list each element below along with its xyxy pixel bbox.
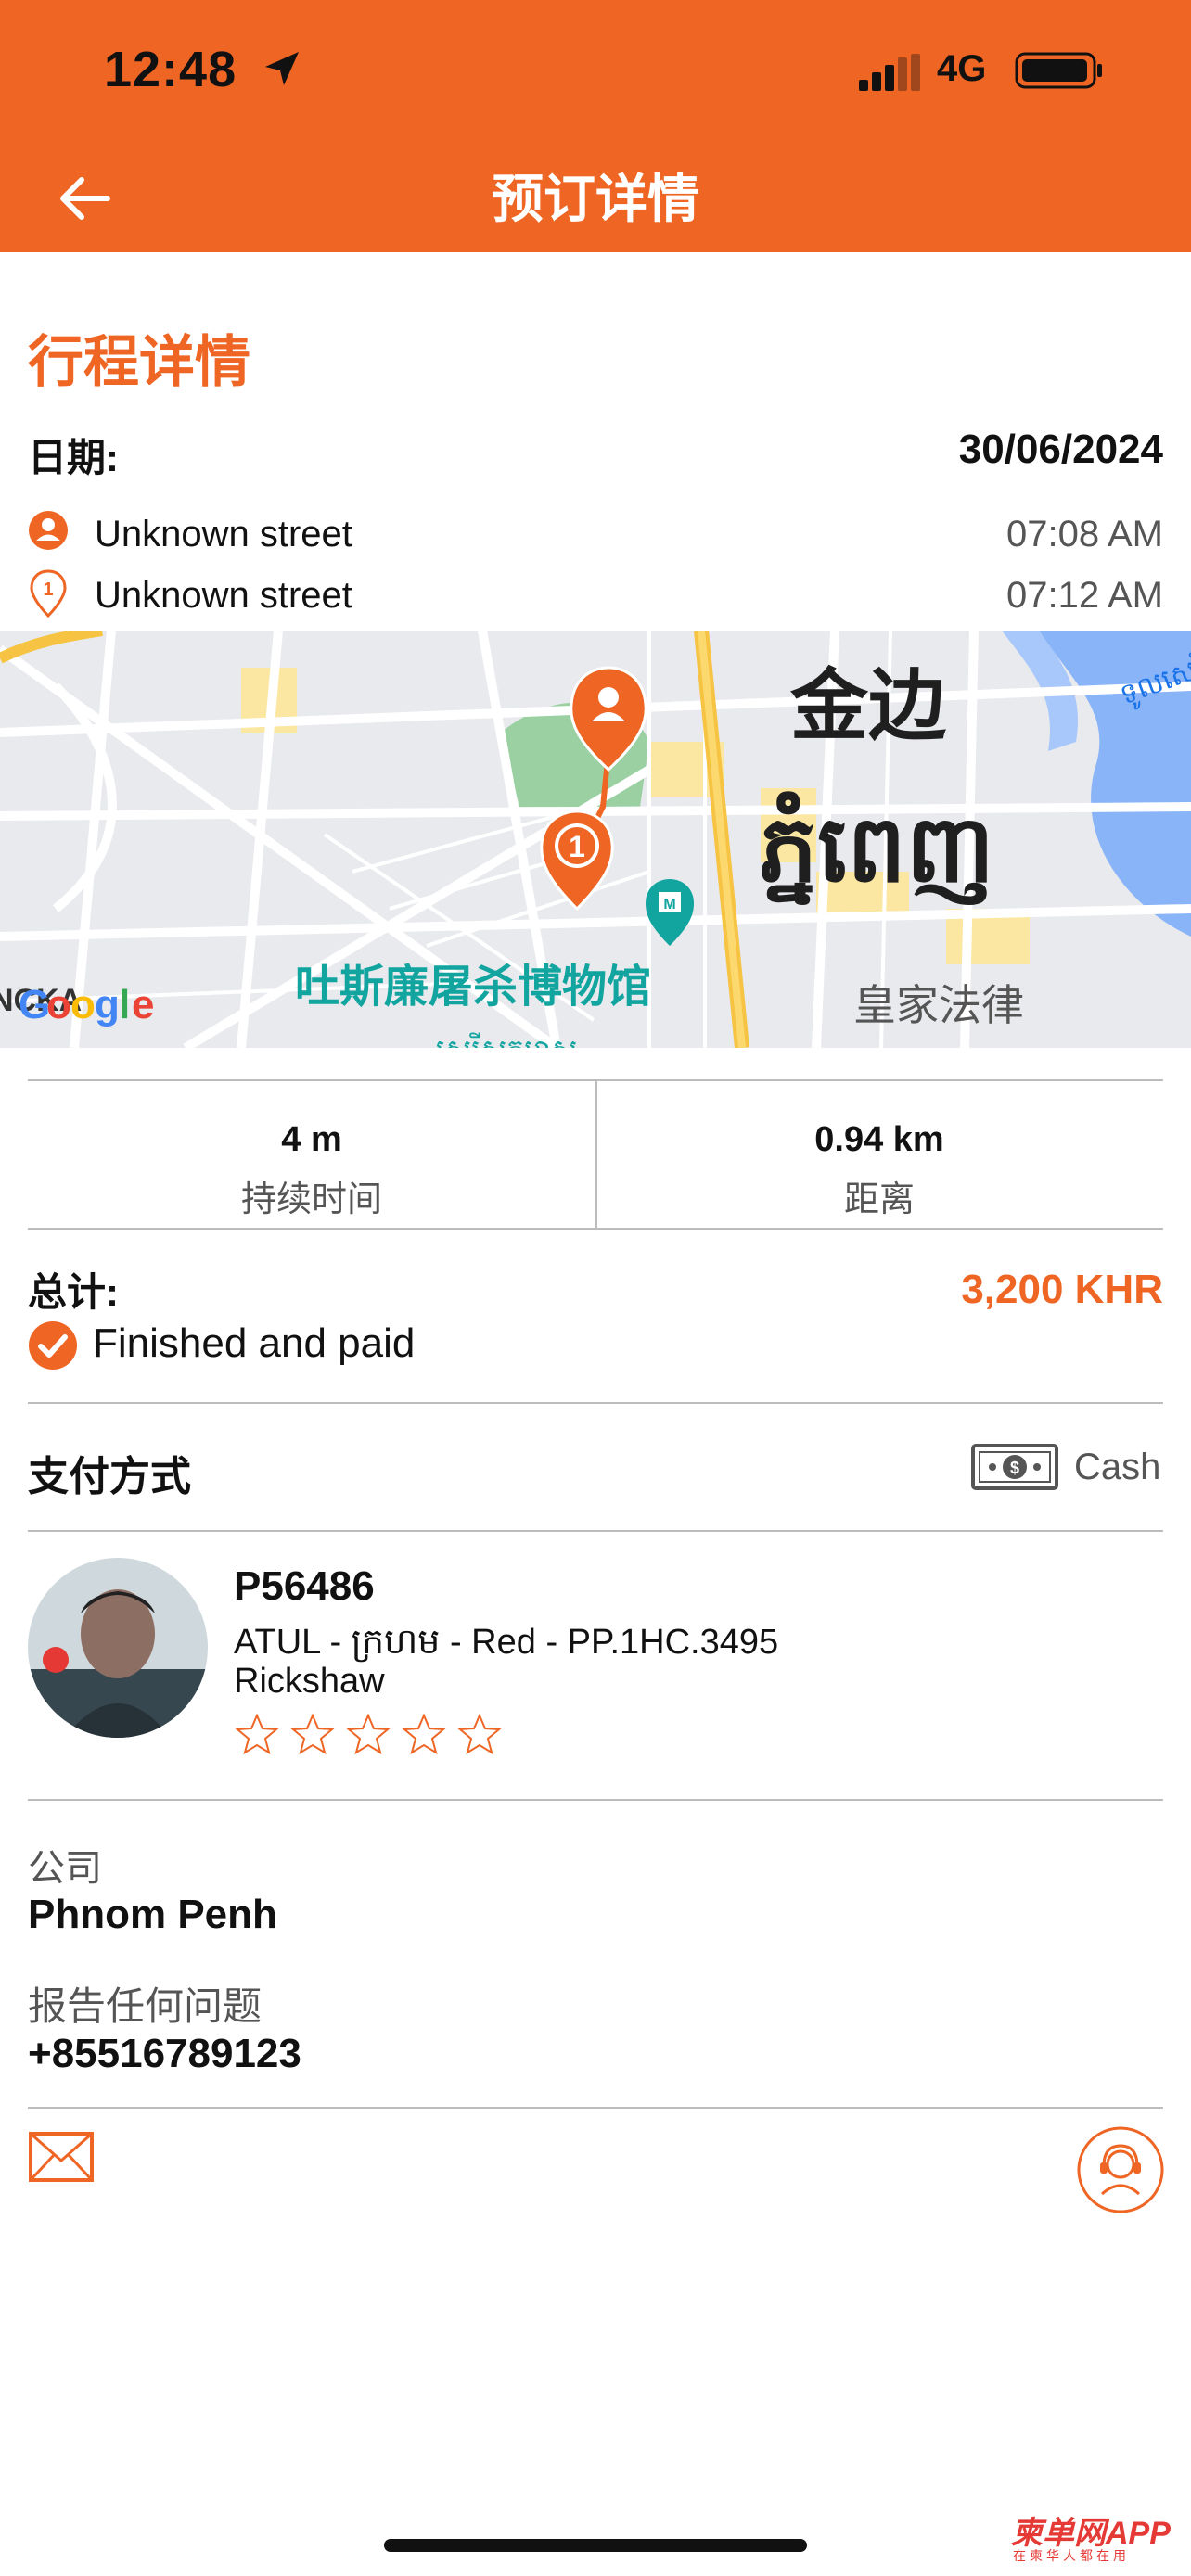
check-circle-icon [29, 1321, 77, 1370]
report-phone[interactable]: +85516789123 [28, 2031, 301, 2077]
star-icon [457, 1713, 502, 1755]
dropoff-time: 07:12 AM [1005, 575, 1163, 616]
trip-section-title: 行程详情 [28, 331, 250, 393]
svg-text:$: $ [1010, 1459, 1019, 1477]
divider [28, 1799, 1163, 1801]
svg-text:l: l [119, 982, 130, 1027]
total-label: 总计: [28, 1270, 119, 1314]
support-agent-icon[interactable] [1076, 2125, 1165, 2214]
cash-icon: $ [971, 1444, 1058, 1490]
duration-value: 4 m [281, 1120, 342, 1159]
map-royal-label: 皇家法律 [853, 980, 1024, 1030]
payment-status: Finished and paid [93, 1320, 416, 1366]
watermark-sub: 在柬华人都在用 [1013, 2548, 1130, 2563]
pickup-user-icon [29, 511, 68, 550]
page-title: 预订详情 [492, 170, 699, 228]
svg-text:o: o [70, 982, 96, 1027]
map-museum-label: 吐斯廉屠杀博物馆 [295, 961, 651, 1013]
svg-text:e: e [132, 982, 154, 1027]
company-label: 公司 [28, 1848, 102, 1889]
driver-avatar [28, 1558, 208, 1738]
google-logo: G o o g l e [19, 982, 154, 1027]
company-value: Phnom Penh [28, 1892, 277, 1937]
svg-text:g: g [95, 982, 120, 1027]
battery-icon [1015, 52, 1102, 89]
map-city-km: ភ្នំពេញ [759, 791, 994, 905]
dropoff-marker-number: 1 [569, 830, 585, 863]
mail-icon[interactable] [28, 2131, 95, 2183]
signal-icon [859, 54, 920, 91]
divider [28, 2107, 1163, 2109]
rating-stars[interactable] [234, 1712, 503, 1758]
pickup-address: Unknown street [95, 514, 352, 555]
payment-method-value: Cash [1074, 1447, 1161, 1487]
star-icon [290, 1713, 335, 1755]
star-icon [346, 1713, 391, 1755]
svg-text:o: o [46, 982, 71, 1027]
pickup-time: 07:08 AM [1005, 514, 1163, 555]
route-map[interactable]: 1 M 金边 ភ្នំពេញ 吐斯廉屠杀博物馆 皇家法律 NCKA សេរីសក… [0, 631, 1191, 1048]
map-graphic: 1 M 金边 ភ្នំពេញ 吐斯廉屠杀博物馆 皇家法律 NCKA សេរីសក… [0, 631, 1191, 1048]
date-value: 30/06/2024 [958, 427, 1163, 472]
star-icon [402, 1713, 446, 1755]
total-value: 3,200 KHR [961, 1267, 1163, 1312]
home-indicator [384, 2539, 807, 2552]
date-label: 日期: [28, 436, 119, 479]
divider [28, 1530, 1163, 1532]
map-partial-bottom: សេរីសកម្មាស [436, 1032, 577, 1048]
svg-text:1: 1 [43, 580, 53, 600]
dropoff-pin-icon: 1 [30, 569, 67, 618]
distance-label: 距离 [843, 1180, 915, 1219]
divider [28, 1228, 1163, 1230]
network-type: 4G [937, 48, 987, 89]
driver-plate: P56486 [234, 1563, 375, 1609]
dropoff-address: Unknown street [95, 575, 352, 616]
report-label: 报告任何问题 [28, 1984, 263, 2028]
location-arrow-icon [265, 52, 299, 85]
duration-label: 持续时间 [240, 1180, 382, 1219]
payment-method-label: 支付方式 [28, 1454, 191, 1499]
svg-text:M: M [663, 897, 675, 912]
distance-value: 0.94 km [814, 1120, 944, 1159]
vehicle-type: Rickshaw [234, 1662, 385, 1701]
divider [28, 1402, 1163, 1404]
star-icon [235, 1713, 279, 1755]
status-time: 12:48 [104, 42, 237, 97]
map-city-cn: 金边 [790, 660, 947, 751]
